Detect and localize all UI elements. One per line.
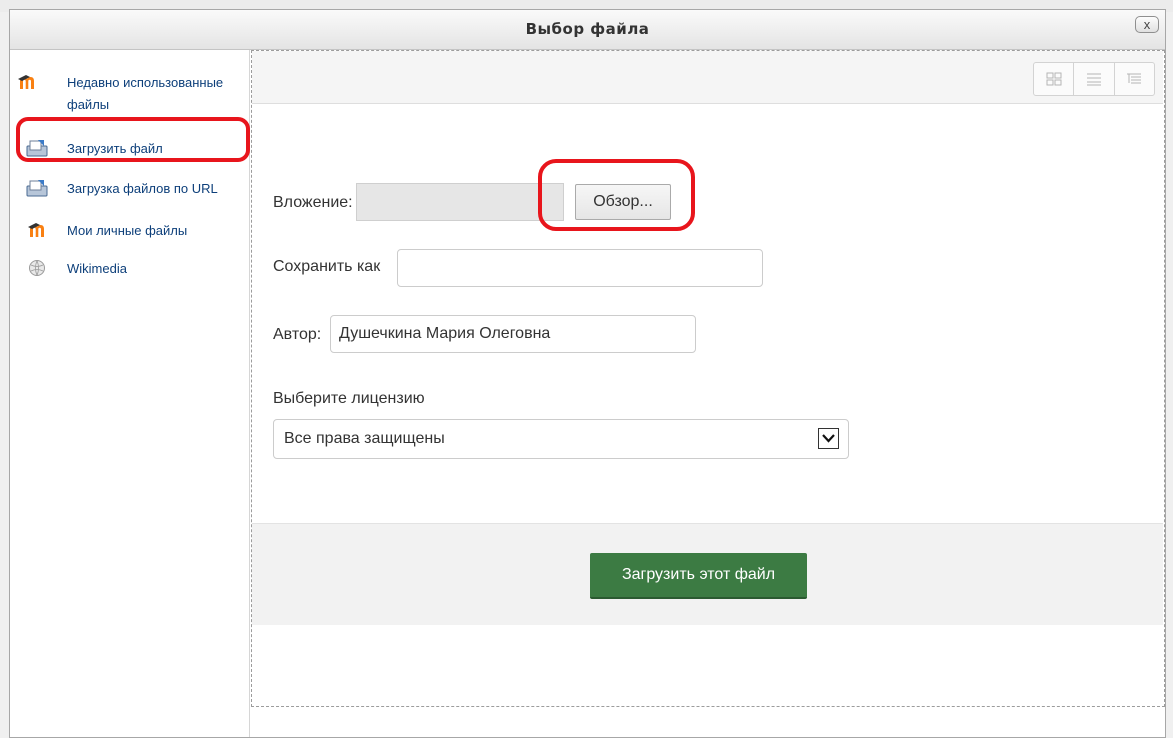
upload-this-file-button[interactable]: Загрузить этот файл — [590, 553, 807, 599]
sidebar-item-label: Загрузить файл — [67, 141, 163, 156]
author-input[interactable]: Душечкина Мария Олеговна — [330, 315, 696, 353]
attachment-label: Вложение: — [273, 194, 353, 211]
close-button[interactable]: x — [1135, 16, 1159, 33]
upload-panel: Вложение: Обзор... Сохранить как Автор: … — [250, 50, 1165, 737]
dialog-title: Выбор файла — [525, 20, 650, 38]
wikimedia-icon — [29, 260, 45, 276]
sidebar-item-label: Мои личные файлы — [67, 223, 188, 238]
sidebar-item-label: Загрузка файлов по URL — [67, 181, 218, 196]
attachment-file-field[interactable] — [356, 183, 564, 221]
tree-icon — [1127, 73, 1142, 84]
view-switcher — [1033, 62, 1155, 96]
panel-toolbar — [252, 51, 1163, 104]
license-label: Выберите лицензию — [273, 390, 425, 407]
chevron-down-icon — [818, 428, 839, 449]
repository-sidebar: Недавно использованные файлы Загрузить ф… — [10, 50, 250, 737]
sidebar-item-label: Недавно использованные файлы — [67, 75, 224, 112]
list-view-button[interactable] — [1074, 63, 1115, 95]
save-as-label: Сохранить как — [273, 258, 381, 275]
browse-button[interactable]: Обзор... — [575, 184, 671, 220]
sidebar-item-label: Wikimedia — [67, 261, 127, 276]
icons-view-button[interactable] — [1034, 63, 1075, 95]
moodle-icon — [28, 223, 44, 237]
dialog-titlebar: Выбор файла x — [10, 10, 1165, 50]
list-icon — [1086, 73, 1101, 86]
panel-footer: Загрузить этот файл — [252, 523, 1163, 625]
upload-icon — [26, 140, 48, 157]
save-as-input[interactable] — [397, 249, 763, 287]
file-picker-dialog: Выбор файла x Недавно использованные фай… — [9, 9, 1166, 738]
license-select[interactable]: Все права защищены — [273, 419, 849, 459]
grid-icon — [1046, 72, 1062, 86]
license-selected-value: Все права защищены — [284, 430, 445, 447]
moodle-icon — [18, 75, 34, 89]
author-label: Автор: — [273, 326, 322, 343]
upload-url-icon — [26, 180, 48, 197]
close-icon: x — [1143, 17, 1151, 32]
tree-view-button[interactable] — [1115, 63, 1154, 95]
